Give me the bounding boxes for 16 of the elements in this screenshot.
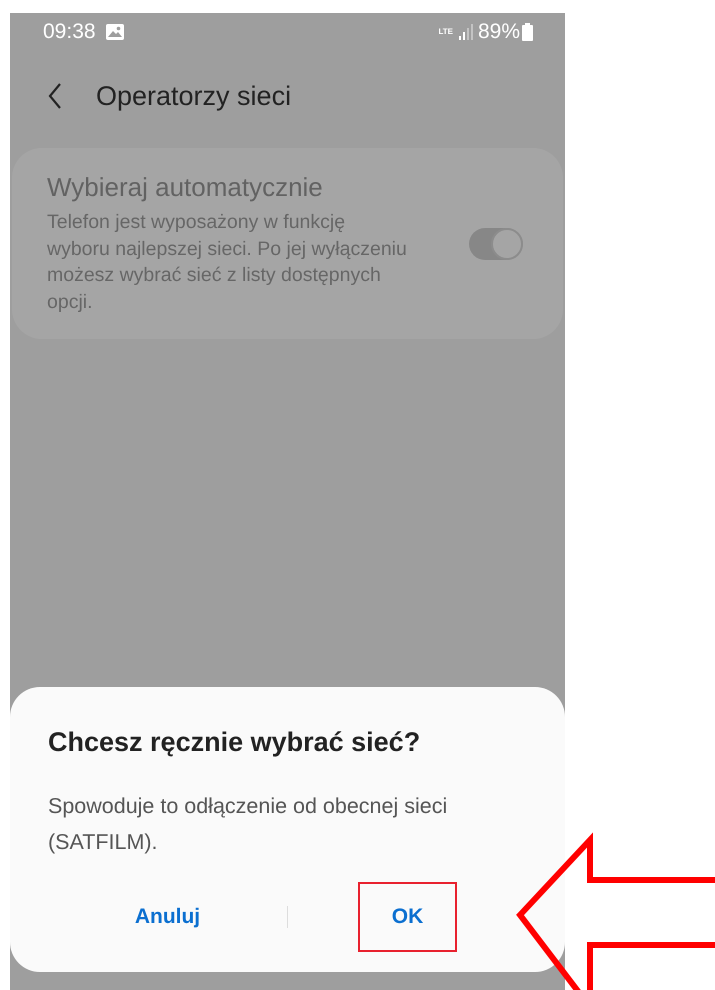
image-icon bbox=[106, 24, 124, 40]
cancel-button[interactable]: Anuluj bbox=[118, 882, 217, 952]
ok-button[interactable]: OK bbox=[358, 882, 457, 952]
setting-description: Telefon jest wyposażony w funkcję wyboru najlepszej sieci. Po jej wyłączeniu możesz wybrać sieć z listy dostępnych opcji. bbox=[47, 210, 408, 314]
battery-level: 89% bbox=[478, 20, 520, 44]
auto-select-toggle[interactable] bbox=[469, 228, 523, 260]
signal-icon bbox=[458, 24, 473, 40]
status-time: 09:38 bbox=[43, 20, 96, 44]
setting-title: Wybieraj automatycznie bbox=[47, 172, 324, 203]
arrow-annotation-icon bbox=[515, 832, 715, 990]
screen-title: Operatorzy sieci bbox=[96, 80, 292, 112]
back-icon[interactable] bbox=[48, 83, 62, 109]
dialog-message: Spowoduje to odłączenie od obecnej sieci (SATFILM). bbox=[48, 793, 448, 856]
battery-icon bbox=[522, 23, 533, 41]
dialog-title: Chcesz ręcznie wybrać sieć? bbox=[48, 727, 422, 758]
network-type: LTE bbox=[438, 28, 453, 36]
